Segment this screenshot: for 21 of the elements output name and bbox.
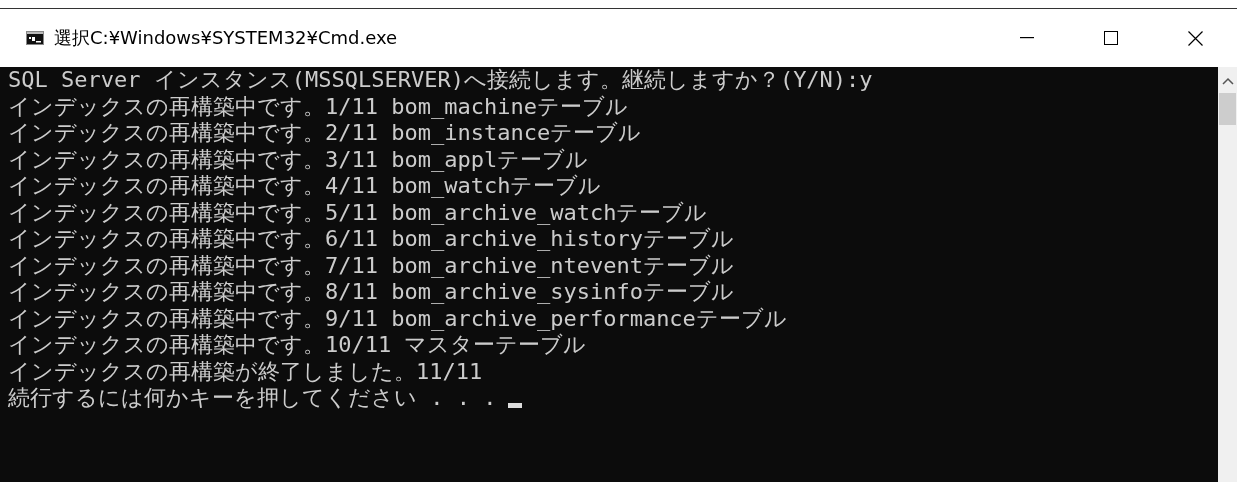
scrollbar[interactable] [1218,67,1237,482]
console-line: インデックスの再構築中です。1/11 bom_machineテーブル [8,93,629,120]
console-line: インデックスの再構築中です。5/11 bom_archive_watchテーブル [8,199,709,226]
console-line: インデックスの再構築が終了しました。11/11 [8,358,484,385]
console-line: インデックスの再構築中です。7/11 bom_archive_nteventテーブル [8,252,735,279]
scroll-up-icon[interactable] [1221,77,1234,85]
close-icon [1187,30,1203,46]
scroll-thumb[interactable] [1219,93,1236,125]
console-line: インデックスの再構築中です。8/11 bom_archive_sysinfoテーブル [8,279,735,306]
window-title: 選択C:¥Windows¥SYSTEM32¥Cmd.exe [54,26,398,50]
console-line: 続行するには何かキーを押してください . . . [8,385,497,412]
terminal-icon [26,31,44,45]
maximize-icon [1104,31,1118,45]
console-line: インデックスの再構築中です。10/11 マスターテーブル [8,332,588,359]
minimize-icon [1020,37,1034,39]
console-line: インデックスの再構築中です。4/11 bom_watchテーブル [8,173,603,200]
console-line: インデックスの再構築中です。9/11 bom_archive_performanceテーブル [8,305,788,332]
console-line: インデックスの再構築中です。6/11 bom_archive_historyテーブル [8,226,735,253]
console-line: SQL Server インスタンス(MSSQLSERVER)へ接続します。継続しますか？(Y/N):y [8,67,874,94]
console-line: インデックスの再構築中です。2/11 bom_instanceテーブル [8,120,643,147]
console-line: インデックスの再構築中です。3/11 bom_applテーブル [8,146,590,173]
